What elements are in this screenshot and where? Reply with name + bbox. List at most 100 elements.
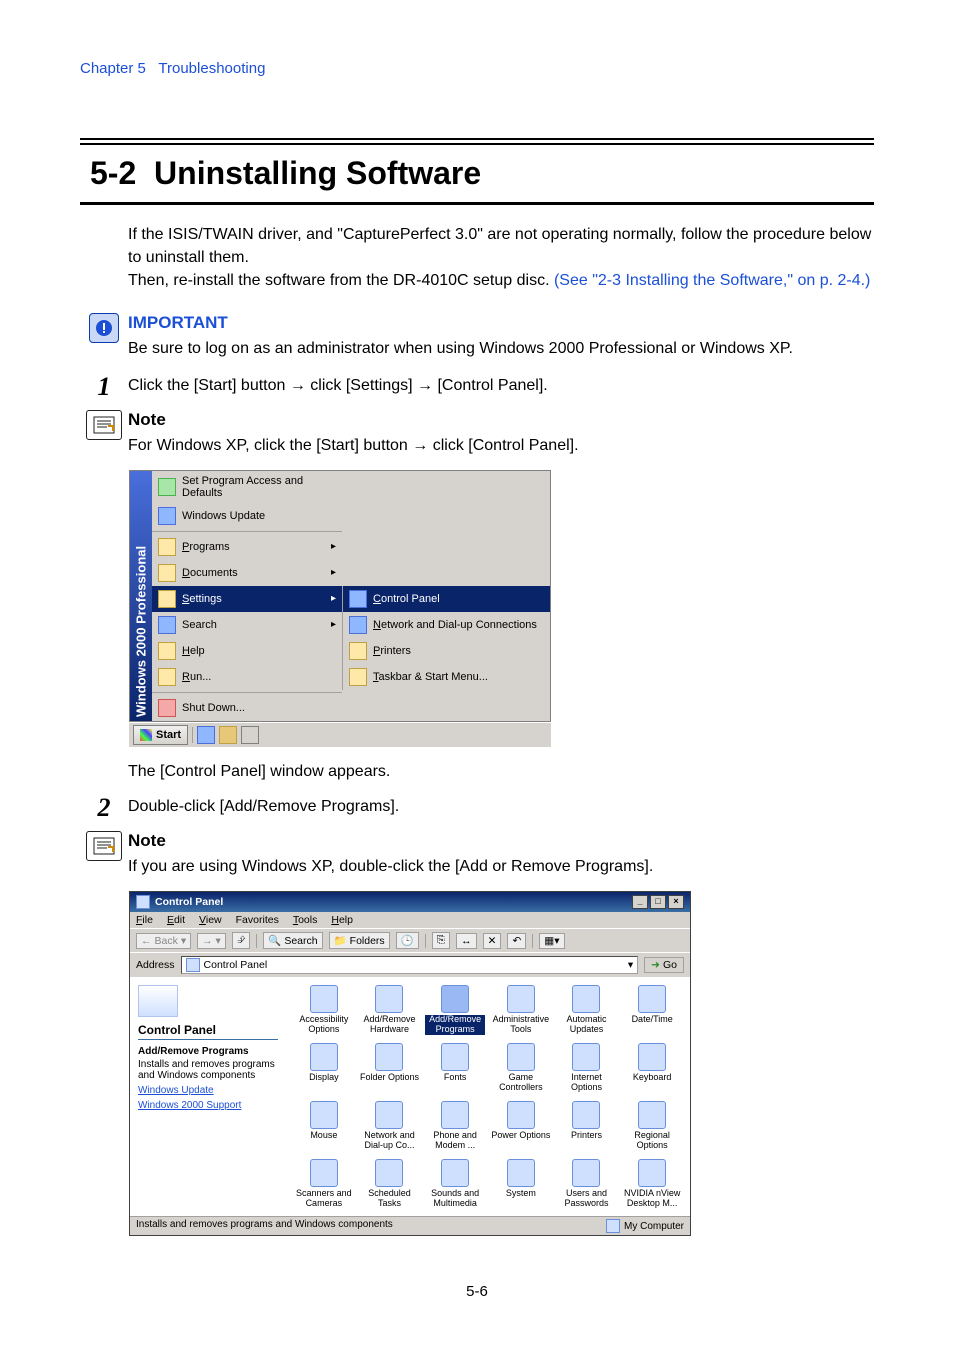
left-link-update[interactable]: Windows Update (138, 1085, 278, 1096)
cp-icon-regional-options[interactable]: Regional Options (622, 1101, 682, 1151)
start-item-access-defaults[interactable]: Set Program Access and Defaults (152, 471, 342, 503)
cp-icon-system[interactable]: System (491, 1159, 551, 1209)
section-heading: 5-2 Uninstalling Software (90, 155, 874, 192)
cp-icon-scheduled-tasks[interactable]: Scheduled Tasks (360, 1159, 420, 1209)
tb-extra-3[interactable]: ✕ (483, 933, 502, 949)
start-item-search[interactable]: Search (152, 612, 342, 638)
chapter-number: Chapter 5 (80, 60, 146, 77)
cp-icon-mouse[interactable]: Mouse (294, 1101, 354, 1151)
cp-icon-display[interactable]: Display (294, 1043, 354, 1093)
tb-extra-2[interactable]: ↔ (456, 933, 477, 949)
taskbar-icon-1[interactable] (197, 726, 215, 744)
cross-ref-link[interactable]: (See "2-3 Installing the Software," on p… (554, 272, 870, 289)
page-number: 5-6 (0, 1283, 954, 1300)
cp-icon-power-options[interactable]: Power Options (491, 1101, 551, 1151)
section-title-block: 5-2 Uninstalling Software (80, 138, 874, 205)
cp-icon-users-and-passwords[interactable]: Users and Passwords (557, 1159, 617, 1209)
window-titlebar: Control Panel _ □ × (130, 892, 690, 912)
cp-icon-automatic-updates[interactable]: Automatic Updates (557, 985, 617, 1035)
up-button[interactable]: ⮵ (232, 932, 250, 949)
important-label: IMPORTANT (128, 313, 874, 333)
menu-bar[interactable]: File Edit View Favorites Tools Help (130, 912, 690, 928)
taskbar-icon-2[interactable] (219, 726, 237, 744)
cp-icon-add-remove-hardware[interactable]: Add/Remove Hardware (360, 985, 420, 1035)
intro-text: If the ISIS/TWAIN driver, and "CapturePe… (128, 223, 874, 293)
note-2-text: If you are using Windows XP, double-clic… (128, 855, 874, 878)
cp-icon-internet-options[interactable]: Internet Options (557, 1043, 617, 1093)
start-item-settings[interactable]: Settings (152, 586, 342, 612)
intro-p2: Then, re-install the software from the D… (128, 269, 874, 292)
cp-icon-game-controllers[interactable]: Game Controllers (491, 1043, 551, 1093)
left-link-support[interactable]: Windows 2000 Support (138, 1100, 278, 1111)
submenu-printers[interactable]: Printers (343, 638, 550, 664)
left-selected-desc: Installs and removes programs and Window… (138, 1059, 278, 1081)
cp-icon-accessibility-options[interactable]: Accessibility Options (294, 985, 354, 1035)
step-1-number: 1 (98, 374, 111, 400)
start-button[interactable]: Start (133, 725, 188, 745)
cp-icon-administrative-tools[interactable]: Administrative Tools (491, 985, 551, 1035)
address-field[interactable]: Control Panel ▾ (181, 956, 639, 974)
back-button[interactable]: ← Back ▾ (136, 933, 191, 949)
submenu-taskbar[interactable]: Taskbar & Start Menu... (343, 664, 550, 690)
note-icon (86, 831, 122, 861)
note-1: Note For Windows XP, click the [Start] b… (80, 410, 874, 783)
chapter-link[interactable]: Chapter 5 Troubleshooting (80, 60, 265, 77)
min-button[interactable]: _ (632, 895, 648, 909)
left-pane: Control Panel Add/Remove Programs Instal… (130, 977, 286, 1216)
taskbar: Start (129, 722, 551, 747)
note-1-label: Note (128, 410, 874, 430)
address-bar: Address Control Panel ▾ ➜Go (130, 952, 690, 977)
forward-button[interactable]: → ▾ (197, 933, 226, 949)
icon-grid: Accessibility OptionsAdd/Remove Hardware… (286, 977, 690, 1216)
cp-icon-fonts[interactable]: Fonts (425, 1043, 485, 1093)
intro-p1: If the ISIS/TWAIN driver, and "CapturePe… (128, 223, 874, 269)
history-button[interactable]: 🕒 (396, 932, 419, 949)
cp-icon-nvidia-nview-desktop-m[interactable]: NVIDIA nView Desktop M... (622, 1159, 682, 1209)
toolbar: ← Back ▾ → ▾ ⮵ 🔍 Search 📁 Folders 🕒 ⎘ ↔ … (130, 928, 690, 952)
page-header: Chapter 5 Troubleshooting (80, 60, 874, 78)
cp-icon-network-and-dial-up-co[interactable]: Network and Dial-up Co... (360, 1101, 420, 1151)
important-text: Be sure to log on as an administrator wh… (128, 337, 874, 360)
cp-icon-keyboard[interactable]: Keyboard (622, 1043, 682, 1093)
step-2-text: Double-click [Add/Remove Programs]. (128, 795, 874, 818)
important-block: IMPORTANT Be sure to log on as an admini… (80, 313, 874, 360)
control-panel-screenshot: Control Panel _ □ × File Edit View Favor… (128, 890, 692, 1237)
important-icon (89, 313, 119, 343)
search-button[interactable]: 🔍 Search (263, 932, 322, 949)
start-sidebar: Windows 2000 Professional (130, 471, 152, 721)
tb-extra-1[interactable]: ⎘ (432, 932, 450, 949)
go-button[interactable]: ➜Go (644, 957, 684, 973)
left-selected-name: Add/Remove Programs (138, 1046, 278, 1057)
step-2-number: 2 (98, 795, 111, 821)
submenu-network[interactable]: Network and Dial-up Connections (343, 612, 550, 638)
step-1: 1 Click the [Start] button → click [Sett… (80, 374, 874, 400)
note-icon (86, 410, 122, 440)
left-heading: Control Panel (138, 1023, 278, 1037)
folders-button[interactable]: 📁 Folders (329, 932, 390, 949)
note-2: Note If you are using Windows XP, double… (80, 831, 874, 1237)
start-menu-screenshot: Windows 2000 Professional Set Program Ac… (128, 469, 552, 748)
tb-extra-4[interactable]: ↶ (507, 933, 526, 949)
submenu-control-panel[interactable]: Control Panel (343, 586, 550, 612)
cp-icon-printers[interactable]: Printers (557, 1101, 617, 1151)
start-item-shutdown[interactable]: Shut Down... (152, 695, 342, 721)
cp-icon-folder-options[interactable]: Folder Options (360, 1043, 420, 1093)
cp-icon-sounds-and-multimedia[interactable]: Sounds and Multimedia (425, 1159, 485, 1209)
views-button[interactable]: ▦▾ (539, 933, 564, 949)
start-item-programs[interactable]: Programs (152, 534, 342, 560)
caption-1: The [Control Panel] window appears. (128, 760, 874, 783)
cp-icon-add-remove-programs[interactable]: Add/Remove Programs (425, 985, 485, 1035)
close-button[interactable]: × (668, 895, 684, 909)
start-item-help[interactable]: Help (152, 638, 342, 664)
start-item-run[interactable]: Run... (152, 664, 342, 690)
note-1-text: For Windows XP, click the [Start] button… (128, 434, 874, 457)
cp-icon-scanners-and-cameras[interactable]: Scanners and Cameras (294, 1159, 354, 1209)
taskbar-icon-3[interactable] (241, 726, 259, 744)
start-item-documents[interactable]: Documents (152, 560, 342, 586)
start-item-windows-update[interactable]: Windows Update (152, 503, 342, 529)
cp-icon-date-time[interactable]: Date/Time (622, 985, 682, 1035)
cp-icon-phone-and-modem[interactable]: Phone and Modem ... (425, 1101, 485, 1151)
note-2-label: Note (128, 831, 874, 851)
max-button[interactable]: □ (650, 895, 666, 909)
chapter-title: Troubleshooting (158, 60, 265, 77)
